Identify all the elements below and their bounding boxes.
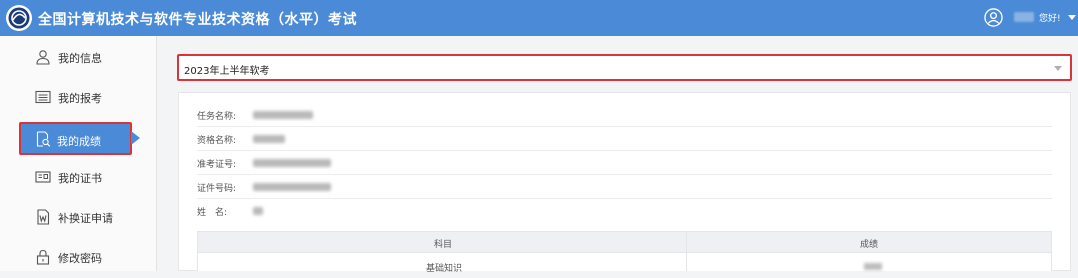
task-name-value-redacted bbox=[253, 111, 313, 119]
sidebar-item-label: 补换证申请 bbox=[58, 212, 113, 225]
id-no-label: 证件号码: bbox=[197, 184, 237, 194]
lock-icon bbox=[36, 249, 50, 265]
sidebar-item-label: 我的信息 bbox=[58, 52, 102, 65]
score-table-header: 科目 成绩 bbox=[197, 231, 1052, 253]
name-value-redacted bbox=[253, 207, 263, 215]
subject-cell: 基础知识 bbox=[426, 264, 463, 274]
username-redacted[interactable] bbox=[1014, 12, 1034, 22]
column-divider bbox=[686, 253, 687, 271]
exam-session-select[interactable]: 2023年上半年软考 bbox=[177, 54, 1072, 81]
user-icon bbox=[36, 50, 50, 65]
app-title: 全国计算机技术与软件专业技术资格（水平）考试 bbox=[38, 12, 357, 28]
chevron-down-icon[interactable] bbox=[1054, 66, 1062, 71]
greeting-text[interactable]: 您好! bbox=[1039, 11, 1061, 24]
info-row-qualification: 资格名称: bbox=[197, 127, 1052, 151]
sidebar-item-label: 修改密码 bbox=[58, 252, 102, 265]
qualification-label: 资格名称: bbox=[197, 136, 237, 146]
user-avatar-icon[interactable] bbox=[984, 8, 1003, 27]
exam-session-value: 2023年上半年软考 bbox=[184, 66, 270, 77]
id-no-value-redacted bbox=[253, 183, 331, 191]
sidebar-item-my-registration[interactable]: 我的报考 bbox=[0, 78, 157, 118]
top-header-bar: 全国计算机技术与软件专业技术资格（水平）考试 您好! bbox=[0, 0, 1078, 36]
info-row-id-no: 证件号码: bbox=[197, 175, 1052, 199]
score-search-icon bbox=[36, 131, 51, 147]
sidebar-item-label: 我的成绩 bbox=[57, 135, 101, 148]
exam-logo-icon bbox=[6, 5, 32, 31]
score-value-redacted bbox=[864, 263, 882, 270]
sidebar-item-change-password[interactable]: 修改密码 bbox=[0, 238, 157, 278]
word-document-icon bbox=[37, 209, 50, 225]
sidebar-item-my-scores[interactable]: 我的成绩 bbox=[19, 122, 132, 155]
sidebar-item-certificate-replacement[interactable]: 补换证申请 bbox=[0, 198, 157, 238]
info-row-admission-no: 准考证号: bbox=[197, 151, 1052, 175]
column-header-subject: 科目 bbox=[434, 240, 453, 250]
certificate-icon bbox=[35, 171, 51, 183]
admission-no-value-redacted bbox=[253, 159, 331, 167]
column-header-score: 成绩 bbox=[860, 240, 879, 250]
name-label: 姓 名: bbox=[197, 208, 228, 218]
user-menu-caret-icon[interactable] bbox=[1068, 15, 1076, 20]
form-icon bbox=[35, 90, 51, 104]
sidebar-item-my-certificate[interactable]: 我的证书 bbox=[0, 158, 157, 198]
sidebar-item-my-info[interactable]: 我的信息 bbox=[0, 38, 157, 78]
info-row-name: 姓 名: bbox=[197, 199, 1052, 223]
active-indicator-arrow-icon bbox=[131, 131, 140, 145]
sidebar-item-label: 我的报考 bbox=[58, 92, 102, 105]
sidebar-item-label: 我的证书 bbox=[58, 172, 102, 185]
qualification-value-redacted bbox=[253, 135, 285, 143]
table-row: 基础知识 bbox=[197, 253, 1052, 274]
admission-no-label: 准考证号: bbox=[197, 160, 237, 170]
column-divider bbox=[686, 232, 687, 252]
task-name-label: 任务名称: bbox=[197, 112, 237, 122]
info-row-task-name: 任务名称: bbox=[197, 103, 1052, 127]
score-table: 科目 成绩 基础知识 bbox=[197, 231, 1052, 274]
